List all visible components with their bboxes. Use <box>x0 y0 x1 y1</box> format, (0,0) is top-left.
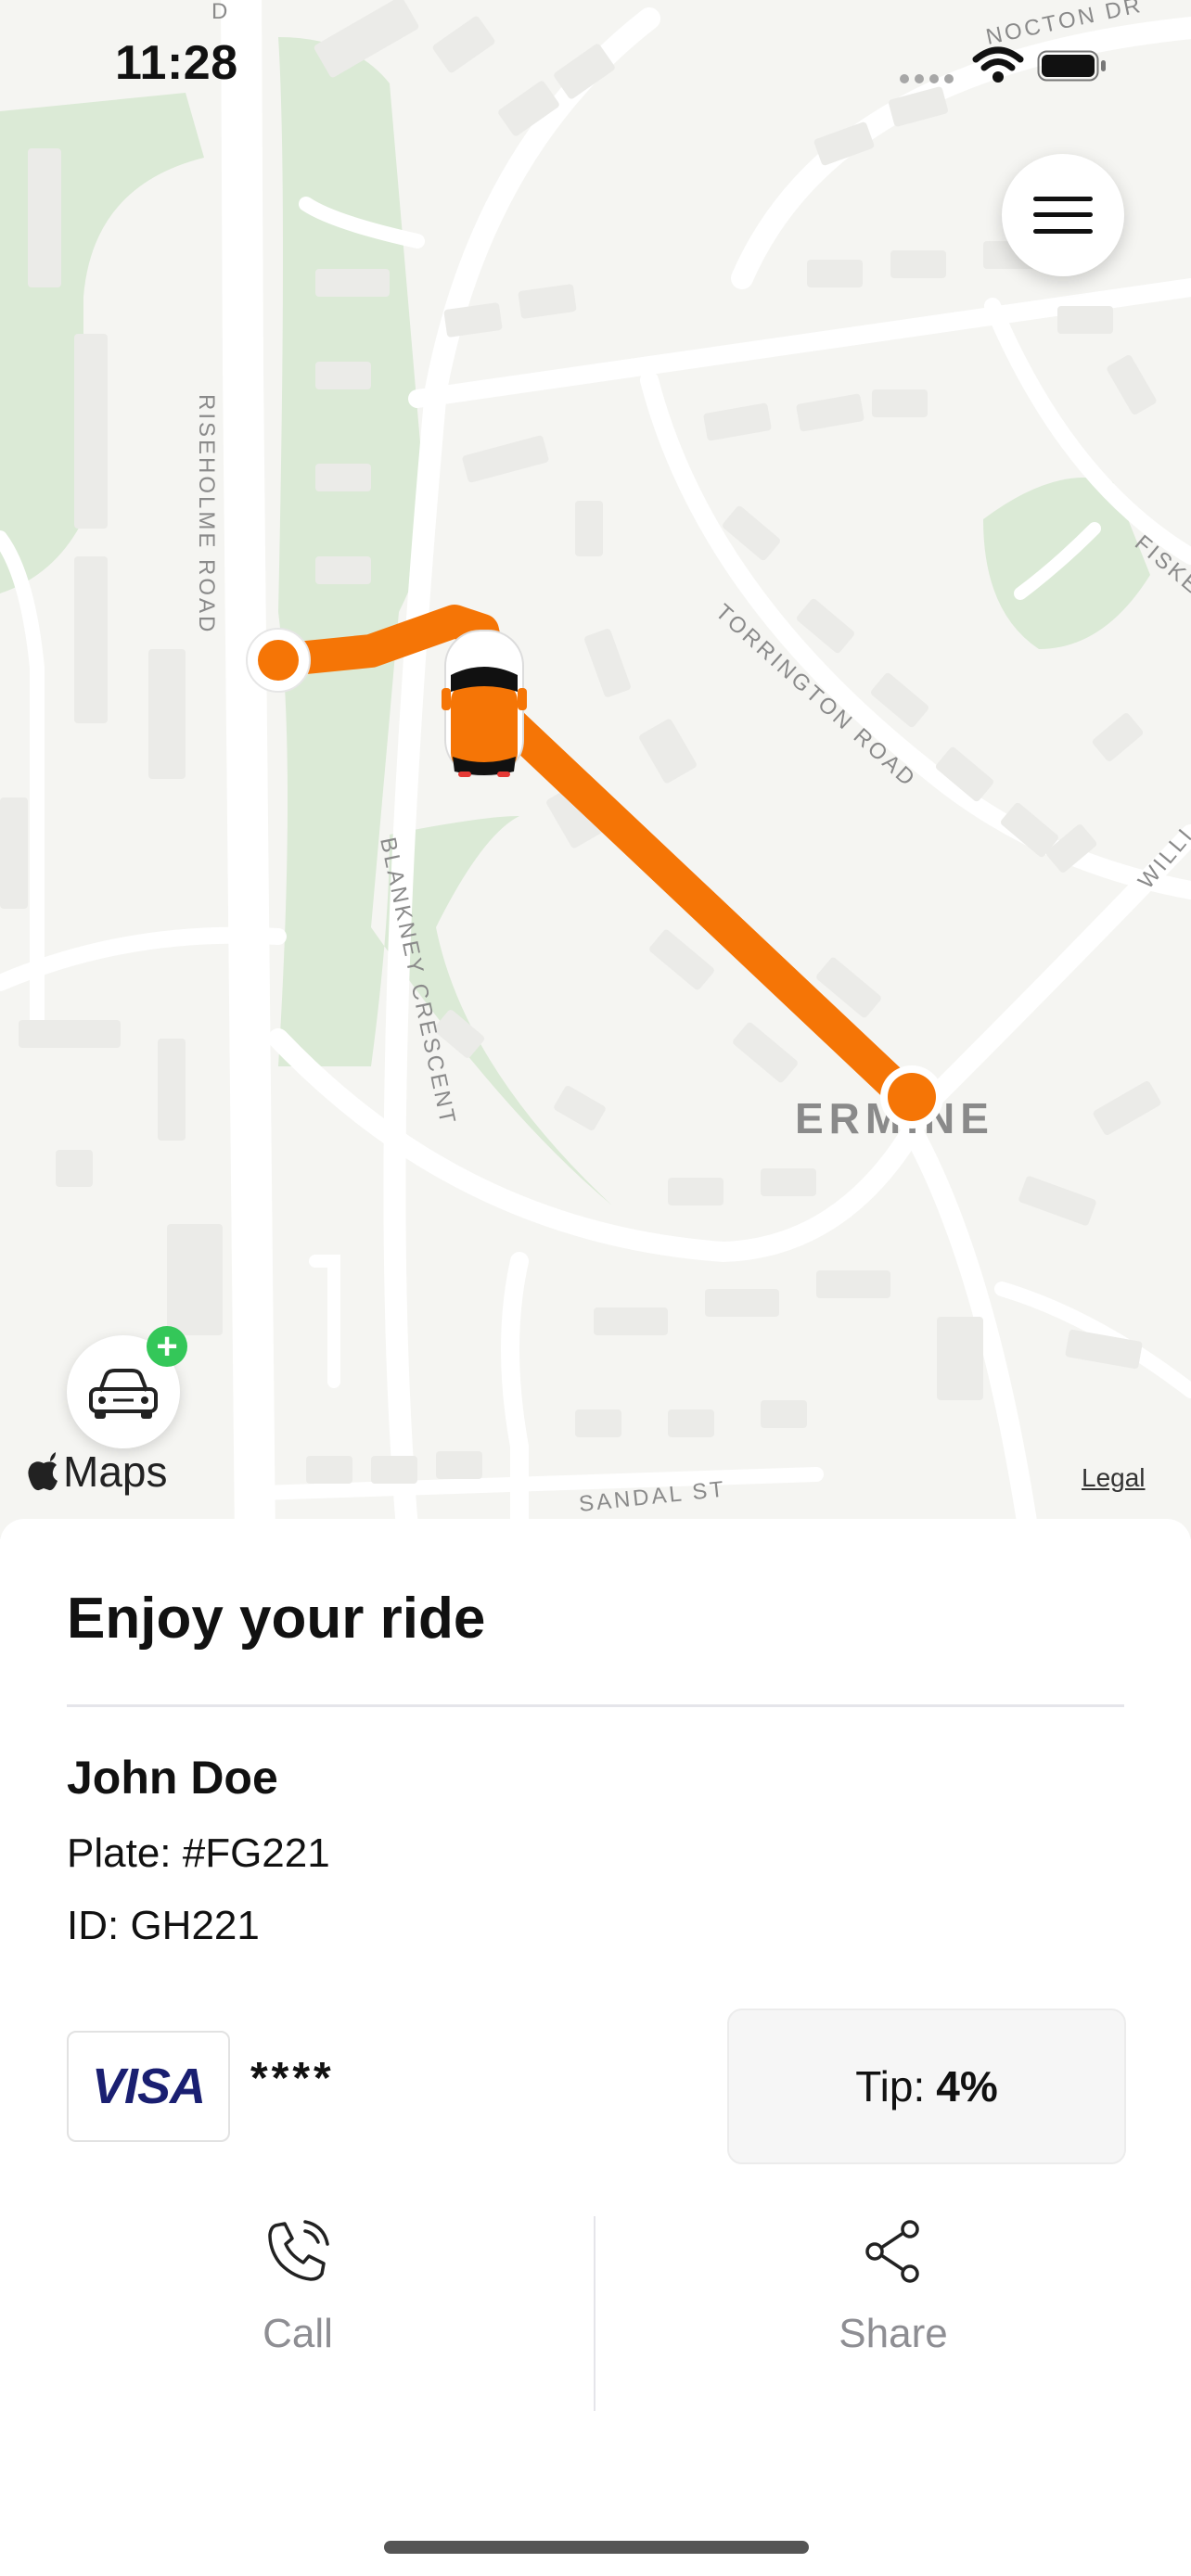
menu-button[interactable] <box>1002 154 1124 276</box>
call-button[interactable]: Call <box>0 2216 596 2411</box>
origin-marker <box>246 628 311 693</box>
card-number-masked: **** <box>250 2054 335 2103</box>
tip-button[interactable]: Tip: 4% <box>727 2009 1126 2164</box>
status-bar: 11:28 <box>0 0 1191 130</box>
vehicle-plate: Plate: #FG221 <box>67 1830 330 1876</box>
share-label: Share <box>839 2311 948 2356</box>
home-indicator[interactable] <box>384 2541 809 2554</box>
map-view[interactable]: NOCTON DR RISEHOLME ROAD TORRINGTON ROAD… <box>0 0 1191 1539</box>
battery-icon <box>1037 50 1106 82</box>
car-marker <box>442 630 527 777</box>
hamburger-menu-icon <box>1033 197 1093 234</box>
maps-attribution-label: Maps <box>63 1447 168 1496</box>
street-label-riseholme-road: RISEHOLME ROAD <box>194 394 219 634</box>
sheet-title: Enjoy your ride <box>67 1587 486 1651</box>
wifi-icon <box>972 46 1024 83</box>
ride-sheet: Enjoy your ride John Doe Plate: #FG221 I… <box>0 1519 1191 2576</box>
tip-value: 4% <box>936 2062 998 2111</box>
legal-link[interactable]: Legal <box>1082 1463 1146 1493</box>
share-button[interactable]: Share <box>596 2216 1191 2411</box>
apple-logo-icon <box>28 1452 58 1491</box>
maps-attribution: Maps <box>28 1447 167 1497</box>
status-time: 11:28 <box>115 36 238 90</box>
tip-label: Tip: <box>855 2062 926 2111</box>
divider <box>67 1704 1124 1707</box>
action-bar: Call Share <box>0 2216 1191 2411</box>
call-label: Call <box>263 2311 333 2356</box>
destination-marker <box>880 1065 943 1129</box>
ride-screen: NOCTON DR RISEHOLME ROAD TORRINGTON ROAD… <box>0 0 1191 2576</box>
visa-card-logo[interactable]: VISA <box>67 2031 230 2142</box>
cellular-signal-icon <box>900 74 957 85</box>
driver-id: ID: GH221 <box>67 1903 260 1948</box>
plus-icon: + <box>147 1326 187 1367</box>
driver-name: John Doe <box>67 1752 278 1804</box>
phone-icon <box>268 2220 329 2281</box>
share-icon <box>865 2220 919 2283</box>
